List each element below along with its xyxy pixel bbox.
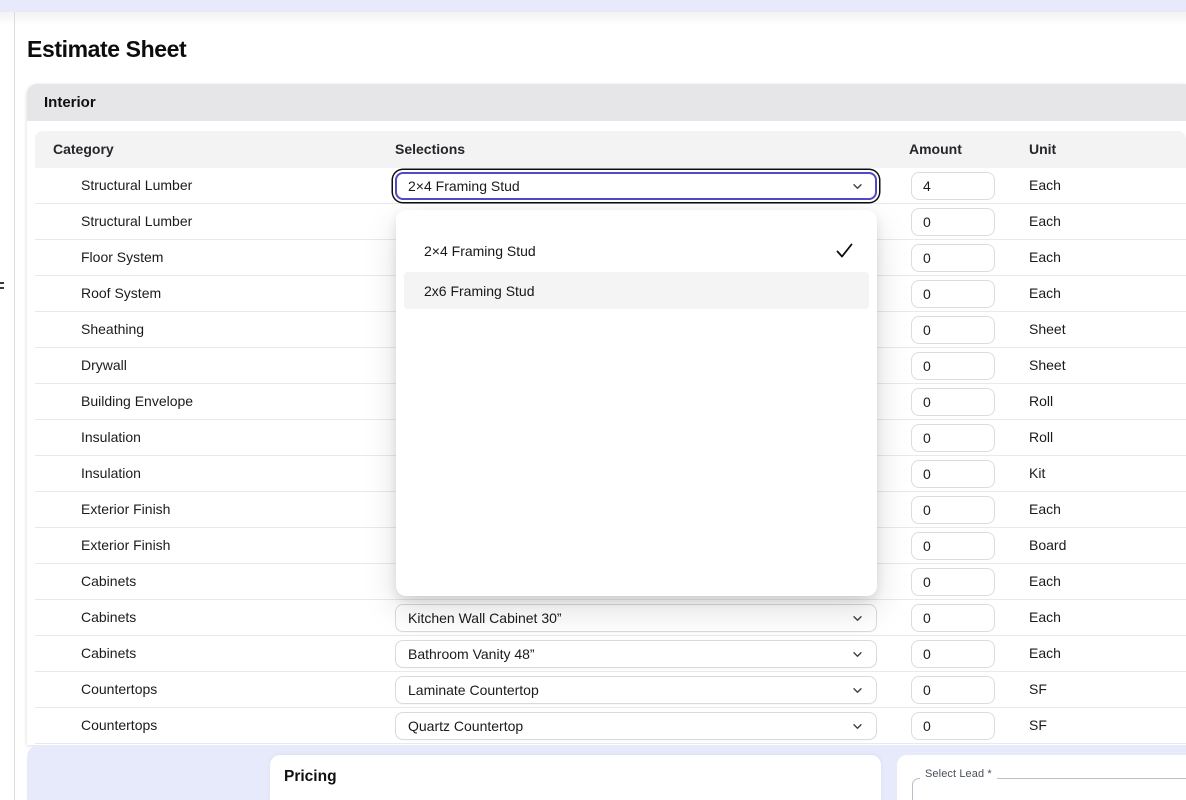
col-header-selections: Selections xyxy=(395,141,465,157)
table-row: Structural Lumber 2×4 Framing Stud Each xyxy=(35,168,1186,204)
unit-cell: Each xyxy=(1029,573,1061,589)
amount-input[interactable] xyxy=(911,208,995,236)
unit-cell: Each xyxy=(1029,501,1061,517)
col-header-category: Category xyxy=(53,141,114,157)
selection-value: Bathroom Vanity 48” xyxy=(408,646,851,662)
dropdown-option[interactable]: 2×4 Framing Stud xyxy=(404,232,869,269)
selection-value: Kitchen Wall Cabinet 30” xyxy=(408,610,851,626)
unit-cell: Roll xyxy=(1029,393,1053,409)
amount-input[interactable] xyxy=(911,280,995,308)
amount-input[interactable] xyxy=(911,244,995,272)
category-cell: Countertops xyxy=(81,681,157,697)
unit-cell: Each xyxy=(1029,213,1061,229)
amount-input[interactable] xyxy=(911,568,995,596)
category-cell: Sheathing xyxy=(81,321,144,337)
table-row: Countertops Laminate Countertop SF xyxy=(35,672,1186,708)
category-cell: Cabinets xyxy=(81,573,136,589)
left-divider xyxy=(14,12,15,800)
clipped-edge-icon xyxy=(0,282,4,292)
page-title: Estimate Sheet xyxy=(27,36,186,63)
table-header-row: Category Selections Amount Unit xyxy=(35,131,1186,168)
pricing-title: Pricing xyxy=(284,768,337,786)
unit-cell: Sheet xyxy=(1029,357,1066,373)
select-lead-label: Select Lead * xyxy=(920,768,997,780)
amount-input[interactable] xyxy=(911,460,995,488)
chevron-down-icon xyxy=(851,612,864,625)
selection-dropdown[interactable]: Kitchen Wall Cabinet 30” xyxy=(395,604,877,632)
table-row: Cabinets Kitchen Wall Cabinet 30” Each xyxy=(35,600,1186,636)
category-cell: Cabinets xyxy=(81,609,136,625)
unit-cell: Each xyxy=(1029,645,1061,661)
selection-dropdown[interactable]: Laminate Countertop xyxy=(395,676,877,704)
unit-cell: Each xyxy=(1029,249,1061,265)
dropdown-option-label: 2x6 Framing Stud xyxy=(424,283,855,299)
amount-input[interactable] xyxy=(911,604,995,632)
select-lead-input[interactable] xyxy=(912,778,1186,800)
check-icon xyxy=(834,240,855,261)
category-cell: Insulation xyxy=(81,429,141,445)
footer-panel: Pricing Select Lead * xyxy=(27,745,1186,800)
section-header-interior: Interior xyxy=(27,84,1186,121)
amount-input[interactable] xyxy=(911,532,995,560)
unit-cell: Sheet xyxy=(1029,321,1066,337)
interior-section-card: Interior Category Selections Amount Unit… xyxy=(27,84,1186,745)
category-cell: Floor System xyxy=(81,249,163,265)
col-header-unit: Unit xyxy=(1029,141,1056,157)
chevron-down-icon xyxy=(851,180,864,193)
amount-input[interactable] xyxy=(911,352,995,380)
chevron-down-icon xyxy=(851,720,864,733)
unit-cell: SF xyxy=(1029,681,1047,697)
amount-input[interactable] xyxy=(911,496,995,524)
top-accent-strip xyxy=(0,0,1186,12)
top-shadow xyxy=(0,12,1186,26)
pricing-card: Pricing xyxy=(270,755,881,800)
amount-input[interactable] xyxy=(911,424,995,452)
col-header-amount: Amount xyxy=(909,141,962,157)
selection-dropdown[interactable]: 2×4 Framing Stud xyxy=(395,172,877,200)
selection-dropdown-menu: 2×4 Framing Stud 2x6 Framing Stud xyxy=(396,210,877,596)
chevron-down-icon xyxy=(851,648,864,661)
category-cell: Structural Lumber xyxy=(81,213,192,229)
estimate-sheet-page: Estimate Sheet Interior Category Selecti… xyxy=(0,0,1186,800)
unit-cell: Each xyxy=(1029,609,1061,625)
selection-value: Quartz Countertop xyxy=(408,718,851,734)
unit-cell: Kit xyxy=(1029,465,1045,481)
unit-cell: SF xyxy=(1029,717,1047,733)
select-lead-card: Select Lead * xyxy=(897,755,1186,800)
selection-dropdown[interactable]: Bathroom Vanity 48” xyxy=(395,640,877,668)
unit-cell: Board xyxy=(1029,537,1066,553)
category-cell: Structural Lumber xyxy=(81,177,192,193)
category-cell: Drywall xyxy=(81,357,127,373)
table-row: Countertops Quartz Countertop SF xyxy=(35,708,1186,744)
selection-value: 2×4 Framing Stud xyxy=(408,178,851,194)
unit-cell: Each xyxy=(1029,177,1061,193)
amount-input[interactable] xyxy=(911,640,995,668)
table-row: Cabinets Bathroom Vanity 48” Each xyxy=(35,636,1186,672)
category-cell: Insulation xyxy=(81,465,141,481)
category-cell: Countertops xyxy=(81,717,157,733)
amount-input[interactable] xyxy=(911,676,995,704)
dropdown-option[interactable]: 2x6 Framing Stud xyxy=(404,272,869,309)
unit-cell: Roll xyxy=(1029,429,1053,445)
amount-input[interactable] xyxy=(911,172,995,200)
amount-input[interactable] xyxy=(911,712,995,740)
section-title: Interior xyxy=(44,94,96,111)
dropdown-option-label: 2×4 Framing Stud xyxy=(424,243,834,259)
amount-input[interactable] xyxy=(911,388,995,416)
category-cell: Roof System xyxy=(81,285,161,301)
selection-value: Laminate Countertop xyxy=(408,682,851,698)
category-cell: Building Envelope xyxy=(81,393,193,409)
category-cell: Exterior Finish xyxy=(81,501,170,517)
category-cell: Cabinets xyxy=(81,645,136,661)
selection-dropdown[interactable]: Quartz Countertop xyxy=(395,712,877,740)
amount-input[interactable] xyxy=(911,316,995,344)
chevron-down-icon xyxy=(851,684,864,697)
unit-cell: Each xyxy=(1029,285,1061,301)
category-cell: Exterior Finish xyxy=(81,537,170,553)
